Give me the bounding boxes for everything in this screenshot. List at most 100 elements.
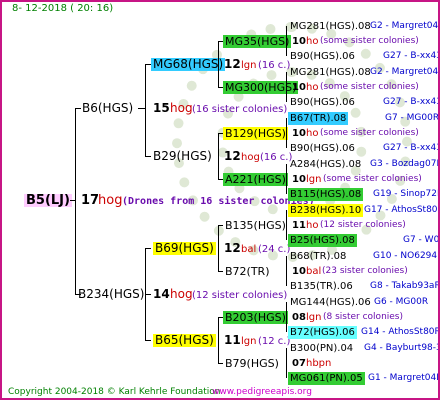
gen4-node: B90(HGS).06 — [290, 51, 355, 62]
gen2-gen: 12 — [224, 57, 241, 71]
gen4-node: B72(HGS).06 — [288, 326, 357, 339]
gen4-node: B25(HGS).08 — [288, 234, 357, 247]
gen3-node: B135(HGS) — [225, 219, 286, 232]
gen2-gen: 12 — [224, 241, 241, 255]
gen4-node: B90(HGS).06 — [290, 143, 355, 154]
gen3-node: MG35(HGS) — [223, 35, 292, 48]
connector — [218, 317, 219, 363]
gen4-origin: G14 - AthosSt80R — [361, 327, 440, 337]
gen4-origin: G7 - W0 — [403, 235, 440, 245]
gen4-origin: G27 - B-xx43 — [383, 143, 440, 153]
gen3-node: B203(HGS) — [223, 311, 288, 324]
gen3-node: A221(HGS) — [223, 173, 288, 186]
connector — [218, 133, 219, 179]
gen4-breed: ho — [306, 82, 319, 93]
footer-url[interactable]: www.pedigreeapis.org — [212, 386, 312, 398]
connector — [75, 108, 81, 109]
gen4-origin: G4 - Bayburt98-3 — [364, 343, 440, 353]
gen4-note: (8 sister colonies) — [323, 312, 404, 322]
connector — [286, 26, 287, 56]
gen2-node: B65(HGS) — [153, 333, 216, 347]
gen4-origin: G8 - Takab93aR — [370, 281, 440, 291]
connector — [218, 225, 223, 226]
gen4-gen: 10 — [292, 82, 306, 93]
gen4-note: (12 sister colonies) — [320, 220, 406, 230]
dam-name: B234(HGS) — [78, 287, 145, 301]
gen4-breed: lgn — [306, 312, 322, 323]
connector — [218, 363, 223, 364]
gen4-gen: 10 — [292, 266, 306, 277]
gen4-origin: G6 - MG00R — [374, 297, 429, 307]
gen4-origin: G27 - B-xx43 — [383, 51, 440, 61]
connector — [286, 72, 287, 102]
gen4-node: B115(HGS).08 — [288, 188, 364, 201]
gen4-breed: ho — [306, 220, 319, 231]
gen4-gen: 10 — [292, 128, 306, 139]
gen4-node: B238(HGS).10 — [288, 204, 364, 217]
gen3-node: MG300(HGS) — [223, 81, 299, 94]
gen4-origin: G7 - MG00R — [385, 113, 440, 123]
connector — [75, 108, 76, 294]
gen4-origin: G2 - Margret04R — [370, 67, 440, 77]
gen2-breed: bal — [241, 244, 257, 255]
root-breed: hog — [98, 193, 123, 208]
gen4-gen: 08 — [292, 312, 306, 323]
gen2-node: MG68(HGS) — [151, 57, 226, 71]
gen4-note: (some sister colonies) — [320, 128, 419, 138]
gen4-gen: 07 — [292, 358, 306, 369]
connector — [145, 294, 151, 295]
gen4-origin: G2 - Margret04R — [370, 21, 440, 31]
gen4-note: (some sister colonies) — [320, 82, 419, 92]
connector — [138, 108, 146, 109]
root-note: (Drones from 16 sister colonies) — [122, 196, 315, 207]
gen4-origin: G1 - Margret04R — [368, 373, 440, 383]
connector — [218, 271, 223, 272]
connector — [286, 118, 287, 148]
connector — [286, 348, 287, 378]
gen4-breed: ho — [306, 128, 319, 139]
gen2-gen: 11 — [224, 333, 241, 347]
gen4-breed: bal — [306, 266, 322, 277]
sire-breed: hog — [170, 101, 193, 115]
connector — [145, 156, 151, 157]
pedigree-canvas: 8- 12-2018 ( 20: 16) B5(LJ) 17 hog (Dron… — [0, 0, 440, 400]
gen4-breed: ho — [306, 36, 319, 47]
gen4-node: B68(TR).08 — [290, 251, 347, 262]
gen3-node: B72(TR) — [225, 265, 270, 278]
gen4-origin: G27 - B-xx43 — [383, 97, 440, 107]
gen4-gen: 10 — [292, 36, 306, 47]
gen2-gen: 12 — [224, 149, 241, 163]
connector — [145, 64, 146, 156]
gen4-node: B67(TR).08 — [288, 112, 349, 125]
gen2-note: (16 c.) — [260, 152, 293, 163]
gen4-origin: G10 - NO6294R — [373, 251, 440, 261]
connector — [286, 256, 287, 286]
gen4-note: (some sister colonies) — [323, 174, 422, 184]
gen4-note: (some sister colonies) — [320, 36, 419, 46]
gen2-note: (24 c.) — [258, 244, 291, 255]
sire-gen: 15 — [153, 101, 170, 115]
gen4-node: MG281(HGS).08 — [290, 21, 371, 32]
connector — [286, 210, 287, 240]
gen4-breed: hbpn — [306, 358, 332, 369]
gen4-node: B300(PN).04 — [290, 343, 354, 354]
gen4-origin: G17 - AthosSt80R — [364, 205, 440, 215]
connector — [218, 225, 219, 271]
connector — [286, 164, 287, 194]
gen2-note: (12 c.) — [258, 336, 291, 347]
gen4-gen: 11 — [292, 220, 306, 231]
gen2-breed: lgn — [241, 60, 257, 71]
gen4-origin: G19 - Sinop72R — [373, 189, 440, 199]
dam-gen: 14 — [153, 287, 170, 301]
sire-note: (16 sister colonies) — [192, 104, 288, 115]
root-gen: 17 — [81, 193, 100, 208]
gen4-note: (23 sister colonies) — [322, 266, 408, 276]
gen2-breed: hog — [241, 152, 260, 163]
gen3-node: B79(HGS) — [225, 357, 279, 370]
connector — [145, 248, 151, 249]
date-stamp: 8- 12-2018 ( 20: 16) — [12, 3, 114, 14]
gen4-node: MG061(PN).05 — [288, 372, 365, 385]
dam-note: (12 sister colonies) — [192, 290, 288, 301]
gen4-origin: G3 - Bozdag07R — [370, 159, 440, 169]
gen4-node: MG281(HGS).08 — [290, 67, 371, 78]
